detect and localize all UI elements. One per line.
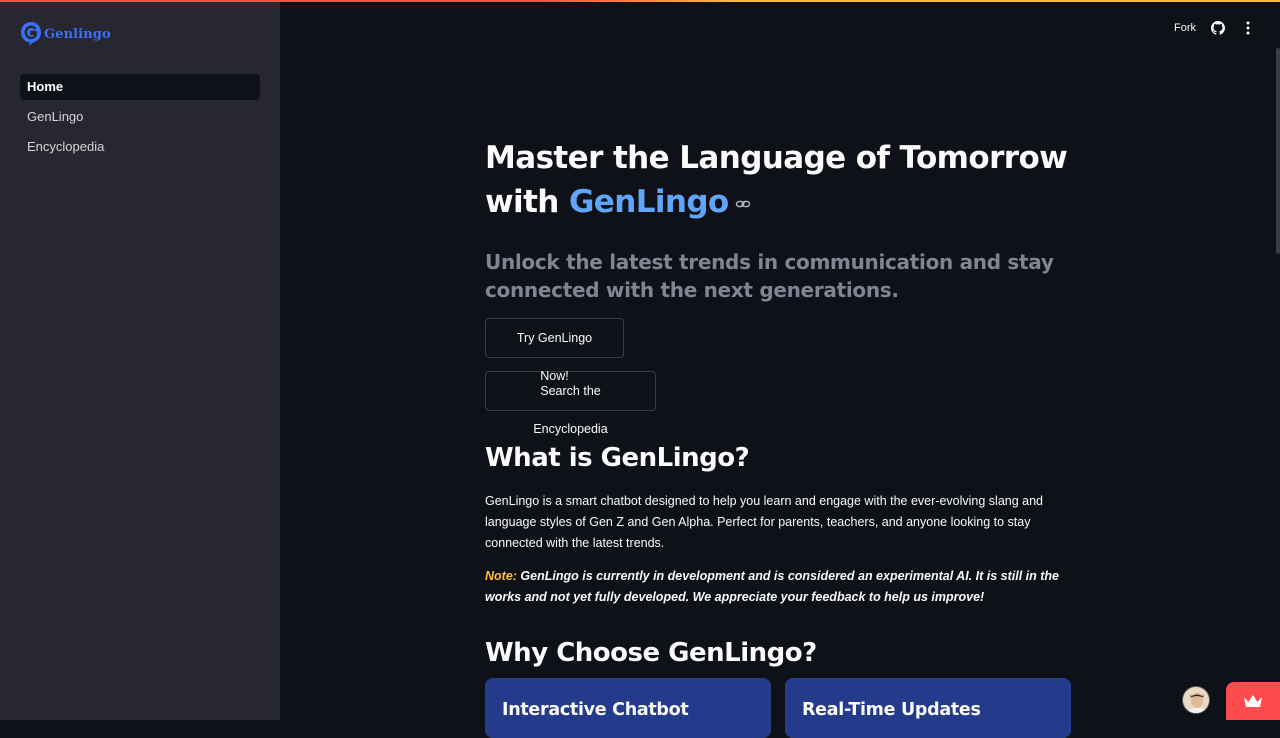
sidebar-nav: Home GenLingo Encyclopedia <box>20 74 260 164</box>
link-icon[interactable] <box>735 196 751 212</box>
avatar[interactable] <box>1182 686 1210 714</box>
feature-card-updates: Real-Time Updates <box>785 678 1071 738</box>
main-content: Master the Language of Tomorrow with Gen… <box>485 136 1075 670</box>
feature-cards: Interactive Chatbot Real-Time Updates <box>485 678 1071 738</box>
note-label: Note: <box>485 569 517 583</box>
app-logo[interactable]: Genlingo <box>20 21 111 47</box>
genlingo-logo-icon <box>21 22 41 46</box>
feature-card-title: Interactive Chatbot <box>502 700 689 720</box>
hero-title: Master the Language of Tomorrow with Gen… <box>485 136 1075 224</box>
sidebar-item-encyclopedia[interactable]: Encyclopedia <box>20 134 260 160</box>
try-genlingo-button[interactable]: Try GenLingo Now! <box>485 318 624 383</box>
sidebar: Genlingo Home GenLingo Encyclopedia <box>0 0 280 720</box>
search-encyclopedia-button[interactable]: Search the Encyclopedia <box>485 371 656 436</box>
hero-subtitle: Unlock the latest trends in communicatio… <box>485 250 1054 302</box>
sidebar-item-home[interactable]: Home <box>20 74 260 100</box>
feature-card-chatbot: Interactive Chatbot <box>485 678 771 738</box>
note-text: GenLingo is currently in development and… <box>485 569 1059 604</box>
feature-card-title: Real-Time Updates <box>802 700 981 720</box>
fork-button[interactable]: Fork <box>1174 22 1196 34</box>
logo-text: Genlingo <box>44 26 111 42</box>
page-scrollbar[interactable] <box>1276 48 1280 254</box>
decoration-stripe <box>0 0 1280 2</box>
section-heading-what: What is GenLingo? <box>485 443 750 473</box>
development-note: Note: GenLingo is currently in developme… <box>485 566 1065 608</box>
what-paragraph: GenLingo is a smart chatbot designed to … <box>485 494 1044 550</box>
section-heading-why: Why Choose GenLingo? <box>485 638 817 668</box>
app-header-actions: Fork <box>1174 20 1256 36</box>
github-icon[interactable] <box>1210 20 1226 36</box>
crown-icon <box>1244 695 1262 707</box>
streamlit-crown-button[interactable] <box>1226 682 1280 720</box>
sidebar-item-genlingo[interactable]: GenLingo <box>20 104 260 130</box>
hero-title-accent: GenLingo <box>568 184 729 220</box>
kebab-menu-icon[interactable] <box>1240 20 1256 36</box>
